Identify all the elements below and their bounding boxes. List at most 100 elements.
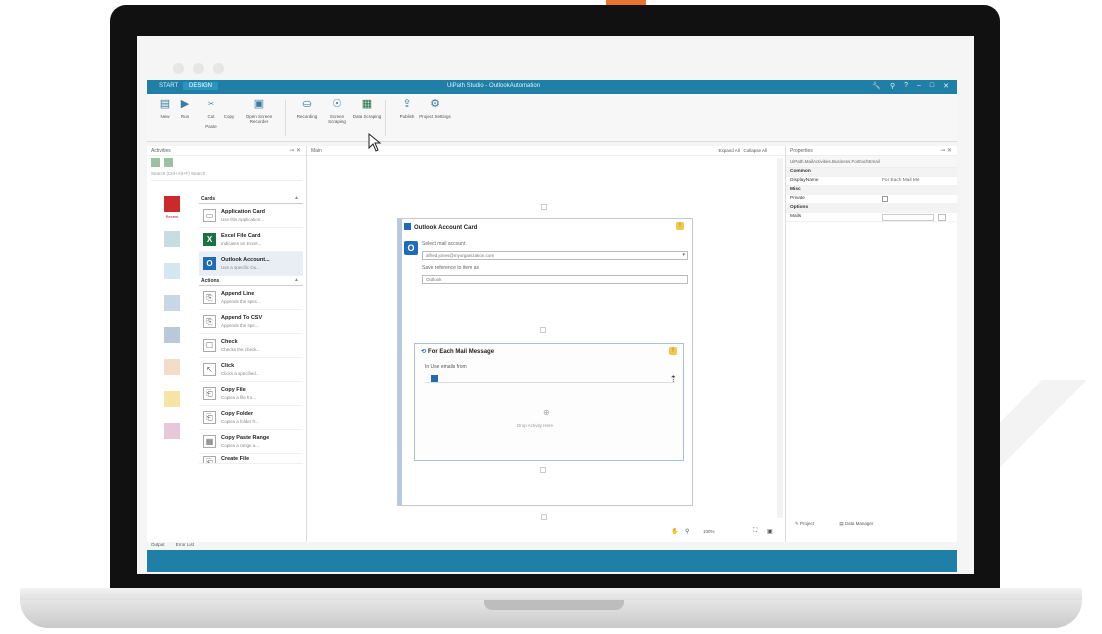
property-private[interactable]: Private xyxy=(786,195,957,204)
clipboard-icon: ▣ xyxy=(253,98,265,110)
excel-icon: X xyxy=(203,233,216,246)
for-each-header: ⟲ For Each Mail Message xyxy=(421,348,494,355)
outlook-logo-icon: O xyxy=(404,241,418,255)
expand-all-link[interactable]: Expand All xyxy=(718,148,739,153)
outlook-account-card[interactable]: Outlook Account Card ! O Select mail acc… xyxy=(397,218,693,506)
drop-point[interactable] xyxy=(540,467,546,473)
search-placeholder: Search (Ctrl+Alt+F) Search xyxy=(151,171,206,176)
laptop-screen: START DESIGN UiPath Studio - OutlookAuto… xyxy=(137,36,974,574)
pin-icon[interactable]: ⊸ ✕ xyxy=(289,147,301,154)
open-screen-recorder-button[interactable]: ▣ Open Screen Recorder xyxy=(239,98,279,124)
properties-panel: Properties ⊸ ✕ UiPath.MailActivities.Bus… xyxy=(785,146,957,542)
pin-icon[interactable]: ⊸ ✕ xyxy=(940,147,952,154)
activity-name: Outlook Account... xyxy=(221,257,270,263)
warning-icon[interactable]: ! xyxy=(676,222,684,230)
drop-point[interactable] xyxy=(540,327,546,333)
activity-click[interactable]: ↖ Click Clicks a specified... xyxy=(199,358,303,382)
copy-label: Copy xyxy=(223,114,235,119)
activity-copy-folder[interactable]: ⎗ Copy Folder Copies a folder fr... xyxy=(199,406,303,430)
category-icon[interactable] xyxy=(164,295,180,311)
category-icon[interactable] xyxy=(164,231,180,247)
tab-error-list[interactable]: Error List xyxy=(176,542,194,547)
recording-button[interactable]: ⛀ Recording xyxy=(291,98,323,119)
group-label: Options xyxy=(790,205,809,210)
screen-recorder-label: Open Screen Recorder xyxy=(245,114,273,124)
activity-outlook-account-card[interactable]: O Outlook Account... Use a specific Ou..… xyxy=(199,252,303,276)
tab-output[interactable]: Output xyxy=(151,542,165,547)
paste-button[interactable]: Paste xyxy=(195,124,227,129)
property-group-misc[interactable]: Misc xyxy=(786,186,957,195)
activity-application-card[interactable]: ▭ Application Card Use this Application.… xyxy=(199,204,303,228)
title-bar: START DESIGN UiPath Studio - OutlookAuto… xyxy=(147,80,957,94)
project-link[interactable]: ✎ Project xyxy=(795,521,826,526)
category-icon[interactable] xyxy=(164,423,180,439)
reference-input[interactable]: Outlook xyxy=(422,275,688,284)
drop-point[interactable] xyxy=(541,204,547,210)
zoom-level[interactable]: 100% xyxy=(703,529,715,534)
ellipsis-button[interactable] xyxy=(938,214,946,221)
category-icon[interactable] xyxy=(164,327,180,343)
activity-desc: Copies a range a... xyxy=(221,443,260,448)
add-activity-icon[interactable]: ⊕ xyxy=(543,408,550,417)
search-icon[interactable]: ⚲ xyxy=(685,528,689,535)
category-icon[interactable] xyxy=(164,359,180,375)
play-icon: ▶ xyxy=(180,98,190,110)
activity-desc: Use a specific Ou... xyxy=(221,265,261,270)
activity-append-to-csv[interactable]: ⎘ Append To CSV Appends the spe... xyxy=(199,310,303,334)
category-icon[interactable] xyxy=(164,391,180,407)
close-icon[interactable]: ✕ xyxy=(943,82,949,90)
activity-name: Copy File xyxy=(221,387,246,393)
expand-icon[interactable] xyxy=(151,158,160,167)
help-icon[interactable]: ? xyxy=(904,82,908,90)
recorder-icon: ⛀ xyxy=(302,98,312,110)
category-icon[interactable] xyxy=(164,263,180,279)
activity-create-file[interactable]: ⎗ Create File xyxy=(199,454,303,464)
drop-point[interactable] xyxy=(541,514,547,520)
property-group-common[interactable]: Common xyxy=(786,168,957,177)
property-value[interactable]: For Each Mail Me xyxy=(882,178,920,183)
mails-input[interactable] xyxy=(882,214,934,221)
activity-append-line[interactable]: ⎘ Append Line Appends the spec... xyxy=(199,286,303,310)
wrench-icon[interactable]: 🔧 xyxy=(872,82,881,90)
designer-scrollbar[interactable] xyxy=(777,158,783,518)
for-each-source[interactable] xyxy=(425,375,675,383)
section-header-actions[interactable]: Actions ▲ xyxy=(199,276,303,286)
activities-search[interactable]: Search (Ctrl+Alt+F) Search xyxy=(151,171,302,181)
tab-design[interactable]: DESIGN xyxy=(183,82,219,90)
recent-category-icon[interactable] xyxy=(164,196,180,212)
arrow-icon[interactable]: ⇡ xyxy=(669,374,677,385)
data-manager-link[interactable]: ▤ Data Manager xyxy=(839,521,885,526)
minimize-icon[interactable]: – xyxy=(917,82,921,90)
maximize-icon[interactable]: □ xyxy=(930,82,934,90)
activity-excel-file-card[interactable]: X Excel File Card Indicates an Excel... xyxy=(199,228,303,252)
section-header-cards[interactable]: Cards ▲ xyxy=(199,194,303,204)
tab-start[interactable]: START xyxy=(153,82,184,90)
private-checkbox[interactable] xyxy=(882,196,888,202)
property-displayname[interactable]: DisplayName For Each Mail Me xyxy=(786,177,957,186)
tab-main[interactable]: Main xyxy=(311,148,322,154)
for-each-mail-message[interactable]: ⟲ For Each Mail Message ! In Use emails f… xyxy=(414,343,684,461)
data-scraping-button[interactable]: ▦ Data Scraping xyxy=(351,98,383,119)
group-label: Misc xyxy=(790,187,801,192)
collapse-all-link[interactable]: Collapse All xyxy=(743,148,767,153)
copy-folder-icon: ⎗ xyxy=(203,411,216,424)
property-label: DisplayName xyxy=(790,178,819,183)
screen-scraping-button[interactable]: ☉ Screen Scraping xyxy=(321,98,353,124)
search-icon[interactable]: ⚲ xyxy=(890,82,895,90)
property-label: Private xyxy=(790,196,805,201)
filter-icon[interactable] xyxy=(164,158,173,167)
category-column: Recent xyxy=(151,196,193,455)
data-manager-label: Data Manager xyxy=(844,521,874,526)
activity-copy-file[interactable]: ⎗ Copy File Copies a file fro... xyxy=(199,382,303,406)
overview-icon[interactable]: ▣ xyxy=(767,528,773,535)
property-mails[interactable]: Mails xyxy=(786,213,957,222)
fit-screen-icon[interactable]: ⛶ xyxy=(753,528,757,535)
hand-icon[interactable]: ✋ xyxy=(671,528,678,535)
activity-copy-paste-range[interactable]: ▦ Copy Paste Range Copies a range a... xyxy=(199,430,303,454)
cut-icon: ✂ xyxy=(208,101,214,108)
property-group-options[interactable]: Options xyxy=(786,204,957,213)
activity-check[interactable]: ☐ Check Checks the check... xyxy=(199,334,303,358)
project-settings-button[interactable]: ⚙ Project Settings xyxy=(419,98,451,119)
warning-icon[interactable]: ! xyxy=(669,347,677,355)
account-select[interactable]: alfred.jones@myorganization.com ▾ xyxy=(422,251,688,260)
